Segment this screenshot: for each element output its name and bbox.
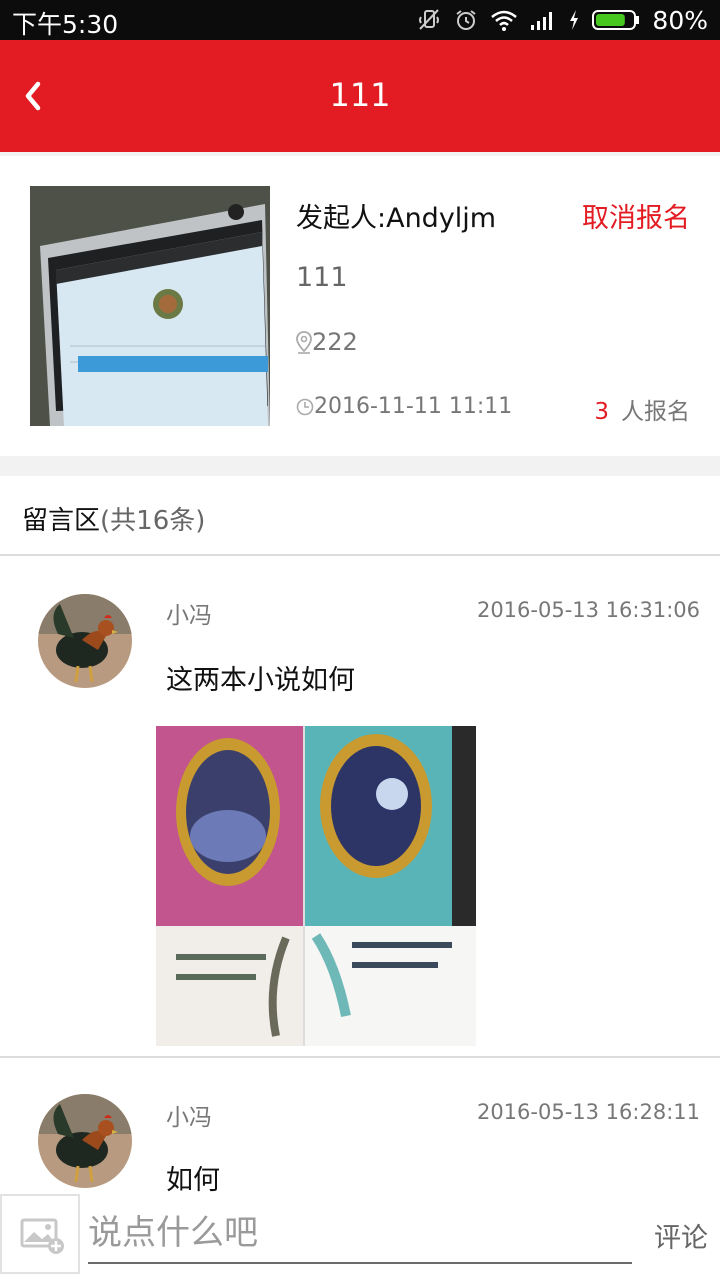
comment-input[interactable] [88, 1204, 632, 1264]
event-location-text: 222 [312, 328, 358, 356]
comment-user: 小冯 [166, 603, 212, 629]
event-sponsor: 发起人:Andyljm [296, 203, 497, 234]
comment-item: 小冯 2016-05-13 16:31:06 这两本小说如何 [0, 558, 720, 1056]
cancel-signup-button[interactable]: 取消报名 [582, 196, 690, 235]
comments-count: (共16条) [100, 506, 206, 536]
alarm-icon [456, 10, 477, 30]
status-bar: 下午5:30 80% [0, 0, 720, 40]
comment-user: 小冯 [166, 1105, 212, 1131]
avatar[interactable] [38, 1094, 132, 1188]
comment-time: 2016-05-13 16:28:11 [476, 1100, 700, 1124]
wifi-icon [491, 10, 518, 31]
comments-header: 留言区(共16条) [0, 476, 720, 556]
battery-percent: 80% [652, 5, 708, 35]
add-image-icon [20, 1218, 64, 1254]
title-bar: 111 [0, 40, 720, 152]
battery-icon [592, 10, 640, 30]
comment-item: 小冯 2016-05-13 16:28:11 如何 [0, 1058, 720, 1196]
add-image-button[interactable] [0, 1194, 80, 1274]
comments-title: 留言区(共16条) [22, 500, 205, 537]
charging-icon [570, 10, 579, 30]
status-time: 下午5:30 [12, 10, 119, 39]
signup-count-number: 3 [594, 399, 609, 425]
event-card: 发起人:Andyljm 取消报名 111 222 2016-11-11 11:1… [0, 152, 720, 456]
mute-icon [419, 9, 440, 30]
comment-photo[interactable] [156, 726, 476, 1046]
page-title: 111 [329, 76, 391, 114]
rooster-avatar-image [38, 1094, 132, 1188]
comments-title-label: 留言区 [22, 506, 101, 536]
status-icons: 80% [416, 4, 708, 36]
send-comment-button[interactable]: 评论 [654, 1216, 708, 1255]
comment-input-bar: 评论 [0, 1194, 720, 1280]
comment-time: 2016-05-13 16:31:06 [476, 598, 700, 622]
event-date: 2016-11-11 11:11 [296, 394, 512, 419]
signup-count-suffix: 人报名 [621, 399, 690, 425]
location-pin-icon [296, 331, 312, 354]
signup-count: 3 人报名 [594, 392, 690, 426]
comment-text: 如何 [166, 1165, 220, 1196]
signal-icon [531, 12, 553, 30]
event-date-text: 2016-11-11 11:11 [314, 394, 513, 419]
comment-text: 这两本小说如何 [166, 665, 355, 696]
clock-icon [296, 398, 314, 415]
phone-photo-illustration [30, 186, 270, 426]
event-thumbnail[interactable] [30, 186, 270, 426]
event-location: 222 [296, 328, 358, 356]
rooster-avatar-image [38, 594, 132, 688]
books-photo-image [156, 726, 476, 1046]
avatar[interactable] [38, 594, 132, 688]
section-gap [0, 456, 720, 476]
event-name: 111 [296, 262, 348, 293]
